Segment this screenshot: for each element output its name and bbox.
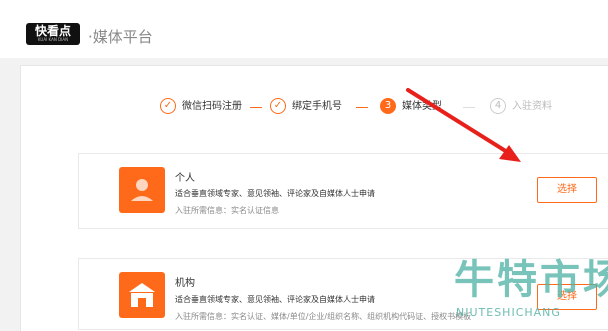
card-requirements: 入驻所需信息：实名认证信息	[175, 206, 279, 215]
step-number: 3	[380, 98, 396, 114]
card-description: 适合垂直领域专家、意见领袖、评论家及自媒体人士申请	[175, 295, 375, 304]
media-type-card-organization[interactable]: 机构 适合垂直领域专家、意见领袖、评论家及自媒体人士申请 入驻所需信息：实名认证…	[78, 258, 608, 330]
step-label: 绑定手机号	[292, 101, 342, 112]
logo-subtext: KUAI KAN DIAN	[37, 37, 69, 42]
card-title: 个人	[175, 173, 195, 184]
media-type-card-individual[interactable]: 个人 适合垂直领域专家、意见领袖、评论家及自媒体人士申请 入驻所需信息：实名认证…	[78, 153, 608, 229]
step-number: 4	[490, 98, 506, 114]
card-requirements: 入驻所需信息：实名认证、媒体/单位/企业/组织名称、组织机构代码证、授权书模板	[175, 312, 472, 321]
check-icon: ✓	[160, 98, 176, 114]
app-logo[interactable]: 快看点 KUAI KAN DIAN	[26, 23, 80, 45]
step-label: 入驻资料	[512, 101, 552, 112]
platform-title: ·媒体平台	[88, 28, 153, 46]
step-connector	[250, 107, 262, 108]
person-icon	[119, 167, 165, 213]
select-button[interactable]: 选择	[537, 177, 597, 203]
logo-text: 快看点	[34, 24, 71, 38]
step-connector	[356, 107, 368, 108]
card-description: 适合垂直领域专家、意见领袖、评论家及自媒体人士申请	[175, 189, 375, 198]
check-icon: ✓	[270, 98, 286, 114]
select-button[interactable]: 选择	[537, 284, 597, 310]
top-bar: 快看点 KUAI KAN DIAN ·媒体平台	[0, 0, 608, 58]
building-icon	[119, 272, 165, 318]
card-title: 机构	[175, 278, 195, 289]
step-label: 微信扫码注册	[182, 101, 242, 112]
step-connector	[463, 107, 475, 108]
step-label: 媒体类型	[402, 101, 442, 112]
